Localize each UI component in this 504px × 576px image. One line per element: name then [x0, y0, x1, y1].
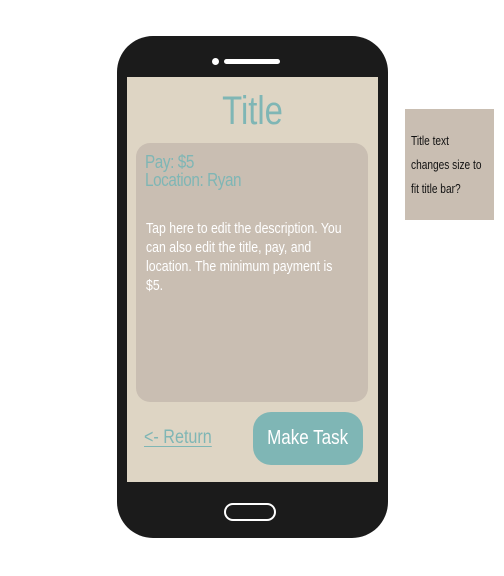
- location-field[interactable]: Location: Ryan: [145, 171, 242, 189]
- annotation-note: Title text changes size to fit title bar…: [405, 109, 494, 220]
- home-button[interactable]: [224, 503, 276, 521]
- return-link[interactable]: <- Return: [144, 427, 212, 449]
- camera-icon: [212, 58, 219, 65]
- page-title[interactable]: Title: [150, 88, 356, 134]
- make-task-label: Make Task: [267, 427, 349, 449]
- speaker-icon: [224, 59, 280, 64]
- task-meta: Pay: $5 Location: Ryan: [145, 153, 242, 189]
- make-task-button[interactable]: Make Task: [253, 412, 363, 465]
- pay-field[interactable]: Pay: $5: [145, 153, 241, 171]
- annotation-text: Title text changes size to fit title bar…: [411, 133, 482, 196]
- description-field[interactable]: Tap here to edit the description. You ca…: [146, 219, 351, 295]
- phone-screen: Title Pay: $5 Location: Ryan Tap here to…: [127, 77, 378, 482]
- phone-frame: Title Pay: $5 Location: Ryan Tap here to…: [117, 36, 388, 538]
- mockup-canvas: Title Pay: $5 Location: Ryan Tap here to…: [0, 0, 504, 576]
- task-card[interactable]: Pay: $5 Location: Ryan Tap here to edit …: [136, 143, 368, 402]
